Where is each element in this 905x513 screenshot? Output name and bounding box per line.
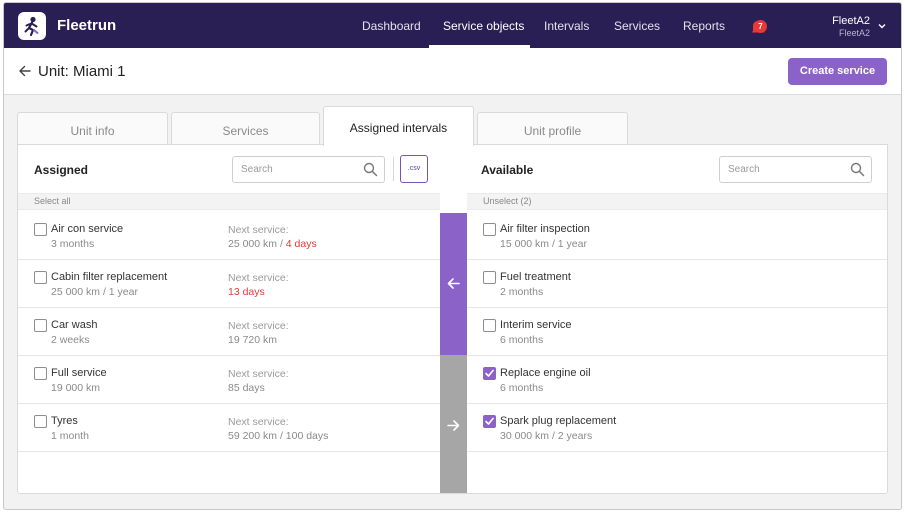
next-service-value: 13 days	[228, 286, 265, 298]
nav-service-objects[interactable]: Service objects	[443, 19, 524, 33]
tab-services[interactable]: Services	[171, 112, 320, 145]
brand-name: Fleetrun	[57, 17, 117, 34]
next-service-mileage: 59 200 km / 100 days	[228, 430, 329, 442]
interval-period: 6 months	[500, 382, 544, 394]
tab-unit-profile[interactable]: Unit profile	[477, 112, 628, 145]
interval-name: Tyres	[51, 415, 78, 427]
assigned-row-checkbox[interactable]	[34, 319, 47, 332]
assigned-row-checkbox[interactable]	[34, 271, 47, 284]
interval-name: Replace engine oil	[500, 367, 591, 379]
assigned-row-checkbox[interactable]	[34, 415, 47, 428]
assigned-row[interactable]: Air con service 3 months Next service: 2…	[18, 212, 440, 260]
select-all-link[interactable]: Select all	[34, 196, 71, 206]
interval-name: Spark plug replacement	[500, 415, 617, 427]
move-to-available-button[interactable]	[440, 355, 467, 493]
next-service-overdue: 4 days	[285, 238, 317, 250]
interval-name: Full service	[51, 367, 107, 379]
interval-name: Fuel treatment	[500, 271, 571, 283]
assigned-row-checkbox[interactable]	[34, 367, 47, 380]
search-icon[interactable]	[363, 162, 378, 177]
available-row-checkbox-checked[interactable]	[483, 415, 496, 428]
available-row[interactable]: Air filter inspection 15 000 km / 1 year	[467, 212, 887, 260]
next-service-mileage: 19 720 km	[228, 334, 278, 346]
page-title: Unit: Miami 1	[38, 63, 126, 80]
next-service-value: 59 200 km / 100 days	[228, 430, 328, 442]
assigned-row[interactable]: Car wash 2 weeks Next service: 19 720 km	[18, 308, 440, 356]
move-to-assigned-button[interactable]	[440, 213, 467, 355]
arrow-left-icon	[447, 278, 460, 289]
search-icon[interactable]	[850, 162, 865, 177]
available-subbar: Unselect (2)	[467, 193, 887, 210]
available-row-checkbox[interactable]	[483, 319, 496, 332]
user-name[interactable]: FleetA2	[832, 15, 870, 27]
interval-period: 3 months	[51, 238, 95, 250]
next-service-value: 85 days	[228, 382, 265, 394]
available-row[interactable]: Interim service 6 months	[467, 308, 887, 356]
interval-name: Air filter inspection	[500, 223, 590, 235]
next-service-label: Next service:	[228, 272, 289, 284]
assigned-row[interactable]: Tyres 1 month Next service: 59 200 km / …	[18, 404, 440, 452]
next-service-value: 19 720 km	[228, 334, 277, 346]
nav-reports[interactable]: Reports	[683, 19, 725, 33]
available-row-checkbox[interactable]	[483, 223, 496, 236]
interval-period: 19 000 km	[51, 382, 101, 394]
divider	[393, 157, 394, 181]
unselect-link[interactable]: Unselect (2)	[483, 196, 532, 206]
nav-services[interactable]: Services	[614, 19, 660, 33]
interval-period: 6 months	[500, 334, 544, 346]
checkmark-icon	[485, 417, 494, 425]
assigned-row[interactable]: Cabin filter replacement 25 000 km / 1 y…	[18, 260, 440, 308]
interval-period: 25 000 km / 1 year	[51, 286, 138, 298]
interval-period: 2 months	[500, 286, 544, 298]
notification-count-badge: 7	[754, 20, 767, 33]
arrow-right-icon	[447, 420, 460, 431]
user-account: FleetA2	[838, 28, 870, 38]
available-row-checkbox[interactable]	[483, 271, 496, 284]
back-arrow-icon[interactable]	[18, 64, 32, 78]
tab-assigned-intervals[interactable]: Assigned intervals	[323, 106, 474, 146]
available-search-placeholder: Search	[728, 164, 760, 175]
assigned-row[interactable]: Full service 19 000 km Next service: 85 …	[18, 356, 440, 404]
chevron-down-icon[interactable]	[878, 22, 886, 30]
nav-intervals[interactable]: Intervals	[544, 19, 589, 33]
assigned-row-checkbox[interactable]	[34, 223, 47, 236]
assigned-search-input[interactable]: Search	[232, 156, 385, 183]
assigned-search-placeholder: Search	[241, 164, 273, 175]
checkmark-icon	[485, 369, 494, 377]
next-service-mileage: 25 000 km /	[228, 238, 286, 250]
interval-period: 2 weeks	[51, 334, 90, 346]
assigned-title: Assigned	[34, 163, 89, 177]
interval-period: 30 000 km / 2 years	[500, 430, 593, 442]
top-navbar: Fleetrun Dashboard Service objects Inter…	[4, 3, 901, 48]
interval-period: 1 month	[51, 430, 89, 442]
next-service-label: Next service:	[228, 368, 289, 380]
next-service-label: Next service:	[228, 224, 289, 236]
available-row[interactable]: Spark plug replacement 30 000 km / 2 yea…	[467, 404, 887, 452]
available-row-checkbox-checked[interactable]	[483, 367, 496, 380]
available-row[interactable]: Replace engine oil 6 months	[467, 356, 887, 404]
interval-name: Cabin filter replacement	[51, 271, 168, 283]
fleetrun-logo-icon[interactable]	[18, 12, 46, 40]
next-service-label: Next service:	[228, 416, 289, 428]
create-service-button[interactable]: Create service	[788, 58, 887, 85]
next-service-mileage: 85 days	[228, 382, 265, 394]
available-title: Available	[481, 163, 534, 177]
interval-name: Interim service	[500, 319, 572, 331]
tab-unit-info[interactable]: Unit info	[17, 112, 168, 145]
interval-name: Car wash	[51, 319, 98, 331]
page-header: Unit: Miami 1 Create service	[4, 48, 901, 95]
next-service-label: Next service:	[228, 320, 289, 332]
next-service-value: 25 000 km / 4 days	[228, 238, 317, 250]
available-row[interactable]: Fuel treatment 2 months	[467, 260, 887, 308]
next-service-overdue: 13 days	[228, 286, 265, 298]
nav-dashboard[interactable]: Dashboard	[362, 19, 421, 33]
available-search-input[interactable]: Search	[719, 156, 872, 183]
interval-period: 15 000 km / 1 year	[500, 238, 587, 250]
assigned-subbar: Select all	[18, 193, 440, 210]
interval-name: Air con service	[51, 223, 124, 235]
export-csv-button[interactable]: .csv	[400, 155, 428, 183]
intervals-panel: Assigned Search .csv Available Search Se…	[17, 144, 888, 494]
app-window: Fleetrun Dashboard Service objects Inter…	[3, 2, 902, 510]
